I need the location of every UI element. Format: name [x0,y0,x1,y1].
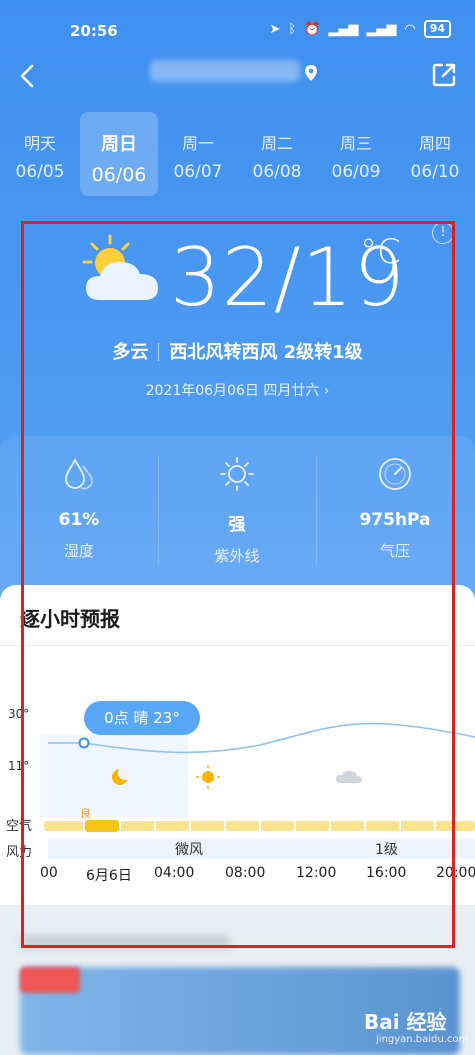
battery-icon: 94 [423,20,451,38]
pressure-value: 975hPa [359,510,431,530]
chart-night-edge [40,735,50,817]
sun-uv-icon [220,457,254,491]
uv-value: 强 [228,515,246,535]
status-bar: 20:56 ➤ ᛒ ⏰ ▂▄▆ ▂▄▆ ◠ 94 [0,0,475,56]
day-tab-name: 周日 [101,134,137,155]
day-tab-name: 周四 [418,134,451,153]
uv-label: 紫外线 [214,547,260,565]
day-tab-name: 周一 [181,134,214,153]
weather-stats: 61% 湿度 强 紫外线 975hPa 气压 [0,436,475,606]
wind-row-label: 风力 [6,845,33,860]
air-quality-tag: 良 [80,807,91,820]
y-axis-label-low: 11° [8,759,30,773]
weather-condition: 多云 [112,342,149,363]
day-tab-date: 06/06 [91,164,147,186]
pressure-gauge-icon [379,458,411,490]
share-icon[interactable] [431,62,457,88]
status-time: 20:56 [70,22,118,40]
stat-uv: 强 紫外线 [158,436,316,576]
day-tab-date: 06/09 [331,162,381,182]
hour-timeline[interactable]: 00 6月6日 04:00 08:00 12:00 16:00 20:00 [0,865,475,887]
watermark-url: jingyan.baidu.com [376,1034,469,1045]
wind-segment-2: 1级 [375,842,398,858]
alarm-icon: ⏰ [304,21,321,37]
day-tab-thursday[interactable]: 周四 06/10 [396,112,474,196]
sun-icon [196,765,220,789]
stat-pressure: 975hPa 气压 [316,436,474,576]
divider [158,343,160,361]
day-tab-name: 周三 [339,134,372,153]
date-lunar-link[interactable]: 2021年06月06日 四月廿六 › [0,380,475,400]
hourly-forecast-card: 逐小时预报 30° 11° 0点 晴 23° 良 空气 风力 微风 1级 00 … [0,585,475,905]
watermark-logo: Bai 经验 [364,1010,447,1034]
day-tab-wednesday[interactable]: 周三 06/09 [317,112,395,196]
wind-segment-1: 微风 [175,842,203,858]
time-label: 08:00 [225,865,266,881]
y-axis-label-high: 30° [8,707,30,721]
partly-cloudy-icon [82,234,158,300]
status-icons: ➤ ᛒ ⏰ ▂▄▆ ▂▄▆ ◠ 94 [269,20,451,38]
hour-tooltip: 0点 晴 23° [84,701,200,735]
stat-humidity: 61% 湿度 [0,436,158,576]
time-label: 04:00 [154,865,195,881]
humidity-icon [65,457,93,490]
location-pin-icon [305,65,317,81]
humidity-label: 湿度 [63,542,94,560]
day-tab-name: 周二 [260,134,293,153]
day-tab-date: 06/10 [410,162,460,182]
air-row-label: 空气 [6,819,33,834]
location-name-blurred[interactable] [150,60,300,82]
time-label: 6月6日 [86,868,132,884]
day-tab-tuesday[interactable]: 周二 06/08 [238,112,316,196]
day-tab-date: 06/08 [252,162,302,182]
day-tab-name: 明天 [23,134,56,153]
temperature-unit: °C [360,232,401,272]
back-arrow-icon[interactable] [16,62,40,90]
day-tab-sunday[interactable]: 周日 06/06 [80,112,158,196]
blurred-text [20,935,230,949]
blurred-tag [20,967,80,993]
info-icon[interactable]: ! [432,222,454,244]
time-label: 20:00 [436,865,475,881]
day-tab-date: 06/07 [173,162,223,182]
day-tab-monday[interactable]: 周一 06/07 [159,112,237,196]
time-label: 16:00 [366,865,407,881]
bluetooth-icon: ᛒ [288,21,297,37]
wifi-icon: ◠ [404,21,416,37]
pressure-label: 气压 [379,542,410,560]
day-tabs: 明天 06/05 周日 06/06 周一 06/07 周二 06/08 周三 0… [0,112,475,196]
weather-summary: 多云 西北风转西风 2级转1级 [0,338,475,364]
time-label: 12:00 [296,865,337,881]
day-tab-tomorrow[interactable]: 明天 06/05 [1,112,79,196]
wind-bar [48,839,475,859]
time-label: 00 [40,865,58,881]
signal-icon-2: ▂▄▆ [366,21,397,37]
humidity-value: 61% [58,510,100,530]
current-point [78,737,90,749]
day-tab-date: 06/05 [15,162,65,182]
signal-icon: ▂▄▆ [328,21,359,37]
location-arrow-icon: ➤ [269,21,281,37]
wind-description: 西北风转西风 2级转1级 [169,342,363,363]
cloud-icon [336,770,362,783]
top-bar [0,56,475,96]
